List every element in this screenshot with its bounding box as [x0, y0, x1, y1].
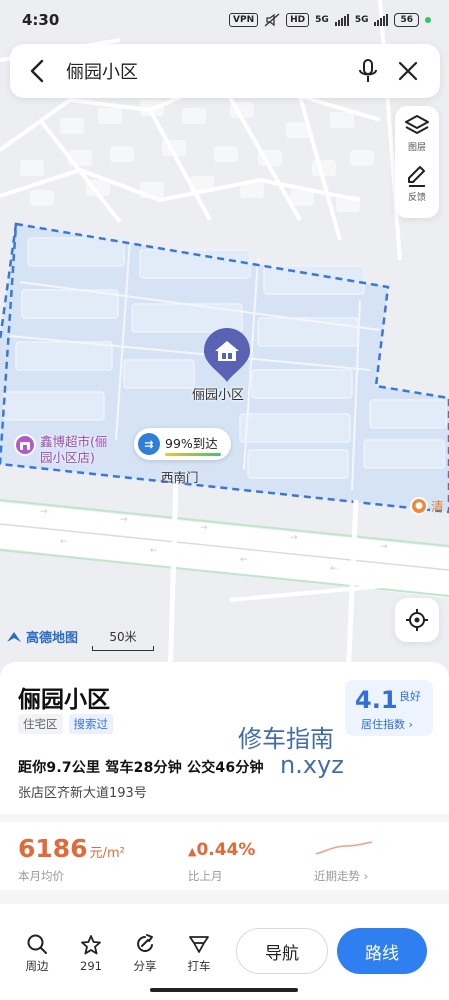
status-dot-icon — [425, 17, 431, 23]
share-label: 分享 — [133, 958, 157, 973]
watermark-line1: 修车指南 — [238, 725, 334, 753]
address: 张店区齐新大道193号 — [18, 786, 147, 801]
feedback-label: 反馈 — [407, 193, 426, 203]
svg-text:→: → — [120, 515, 128, 525]
edit-icon — [408, 166, 425, 187]
status-time: 4:30 — [22, 11, 60, 29]
brand-text: 高德地图 — [26, 631, 79, 646]
action-bar: 周边 291 分享 打车 导航 路线 — [0, 918, 449, 988]
price-change[interactable]: ▲0.44% — [188, 840, 255, 860]
svg-text:←: ← — [60, 537, 68, 547]
living-index-level: 良好 — [399, 690, 421, 703]
distance-info: 距你9.7公里 驾车28分钟 公交46分钟 — [18, 760, 264, 776]
price-change-caption: 比上月 — [188, 869, 223, 883]
shop-label-line2: 园小区店) — [40, 450, 95, 465]
svg-text:←: ← — [330, 564, 338, 574]
living-index-score: 4.1 — [355, 686, 398, 714]
divider — [0, 890, 449, 904]
search-query[interactable]: 俪园小区 — [66, 58, 348, 84]
svg-text:→: → — [290, 533, 298, 543]
layers-label: 图层 — [407, 143, 426, 153]
star-icon — [81, 934, 101, 954]
living-index-card[interactable]: 4.1 良好 居住指数 › — [345, 680, 433, 736]
trend-caption[interactable]: 近期走势 › — [314, 868, 368, 884]
map-controls: 图层 反馈 — [395, 106, 439, 218]
navigate-button[interactable]: 导航 — [236, 928, 328, 974]
share-icon — [137, 933, 153, 952]
main-poi-label[interactable]: 俪园小区 — [192, 384, 244, 403]
taxi-button[interactable]: 打车 — [172, 933, 226, 974]
living-index-link[interactable]: 居住指数 › — [361, 716, 413, 732]
place-tags: 住宅区 搜索过 — [18, 714, 113, 734]
svg-text:→: → — [380, 542, 388, 552]
svg-text:←: ← — [240, 555, 248, 565]
back-arrow-icon — [30, 59, 44, 83]
locate-button[interactable] — [395, 598, 439, 642]
location-pin-icon[interactable] — [202, 326, 252, 384]
amap-logo-icon — [7, 631, 21, 642]
route-button[interactable]: 路线 — [337, 928, 427, 974]
place-title: 俪园小区 — [18, 687, 110, 713]
home-indicator[interactable] — [150, 988, 298, 992]
food-icon: ● — [410, 496, 428, 515]
share-button[interactable]: 分享 — [118, 933, 172, 974]
tag-category: 住宅区 — [18, 714, 63, 734]
favorite-button[interactable]: 291 — [64, 934, 118, 973]
mute-icon — [264, 13, 280, 27]
map-scale: 50米 — [92, 626, 154, 651]
clipped-poi-label: 清 — [431, 499, 444, 514]
amap-logo: 高德地图 — [6, 627, 78, 646]
shop-icon — [14, 434, 36, 456]
signal-5g-1-label: 5G — [315, 15, 329, 25]
gate-entrance-icon: ⇉ — [138, 433, 160, 455]
divider — [0, 814, 449, 822]
feedback-button[interactable]: 反馈 — [405, 164, 429, 214]
gate-arrival-percent: 99%到达 — [165, 435, 218, 451]
svg-text:→: → — [40, 507, 48, 517]
clipped-poi[interactable]: ● 清 — [410, 496, 444, 515]
svg-text:←: ← — [150, 546, 158, 556]
taxi-icon — [189, 935, 209, 953]
battery-icon: 56 — [394, 13, 419, 27]
signal-1-icon — [334, 14, 349, 26]
voice-button[interactable] — [348, 51, 388, 91]
hd-icon: HD — [286, 13, 310, 27]
svg-text:→: → — [200, 523, 208, 533]
gate-label[interactable]: 西南门 — [161, 467, 199, 486]
shop-poi[interactable]: 鑫博超市(俪 园小区店) — [14, 434, 107, 466]
layers-button[interactable]: 图层 — [404, 114, 430, 164]
nearby-label: 周边 — [25, 958, 49, 973]
gate-arrival-bar — [165, 452, 221, 456]
scale-label: 50米 — [109, 630, 137, 644]
taxi-label: 打车 — [187, 958, 211, 973]
favorite-count: 291 — [80, 958, 102, 973]
tag-searched: 搜索过 — [68, 714, 113, 734]
crosshair-icon — [406, 609, 428, 631]
avg-price-caption: 本月均价 — [18, 869, 64, 883]
signal-5g-2-label: 5G — [354, 15, 369, 25]
layers-icon — [405, 115, 429, 134]
close-icon — [398, 61, 418, 81]
avg-price-unit: 元/m² — [89, 846, 125, 861]
search-bar[interactable]: 俪园小区 — [10, 44, 440, 98]
microphone-icon — [359, 59, 377, 82]
avg-price-value: 6186 — [18, 834, 88, 863]
shop-label-line1: 鑫博超市(俪 — [40, 434, 108, 449]
back-button[interactable] — [22, 56, 52, 86]
price-change-value: 0.44% — [196, 840, 256, 860]
trend-sparkline[interactable] — [314, 834, 374, 860]
nearby-button[interactable]: 周边 — [10, 933, 64, 974]
clear-button[interactable] — [388, 51, 428, 91]
scale-bar — [92, 646, 154, 651]
search-icon — [27, 934, 47, 954]
signal-2-icon — [374, 14, 389, 26]
map-view[interactable]: → → → → → ← ← ← ← 俪园小区 鑫博超市(俪 园小区店) ⇉ 99%到达 — [0, 0, 449, 680]
gate-arrival-chip[interactable]: ⇉ 99%到达 — [134, 428, 231, 460]
status-bar: 4:30 VPN HD 5G 5G 56 — [0, 0, 449, 40]
avg-price[interactable]: 6186 元/m² — [18, 834, 125, 863]
vpn-icon: VPN — [229, 13, 259, 27]
